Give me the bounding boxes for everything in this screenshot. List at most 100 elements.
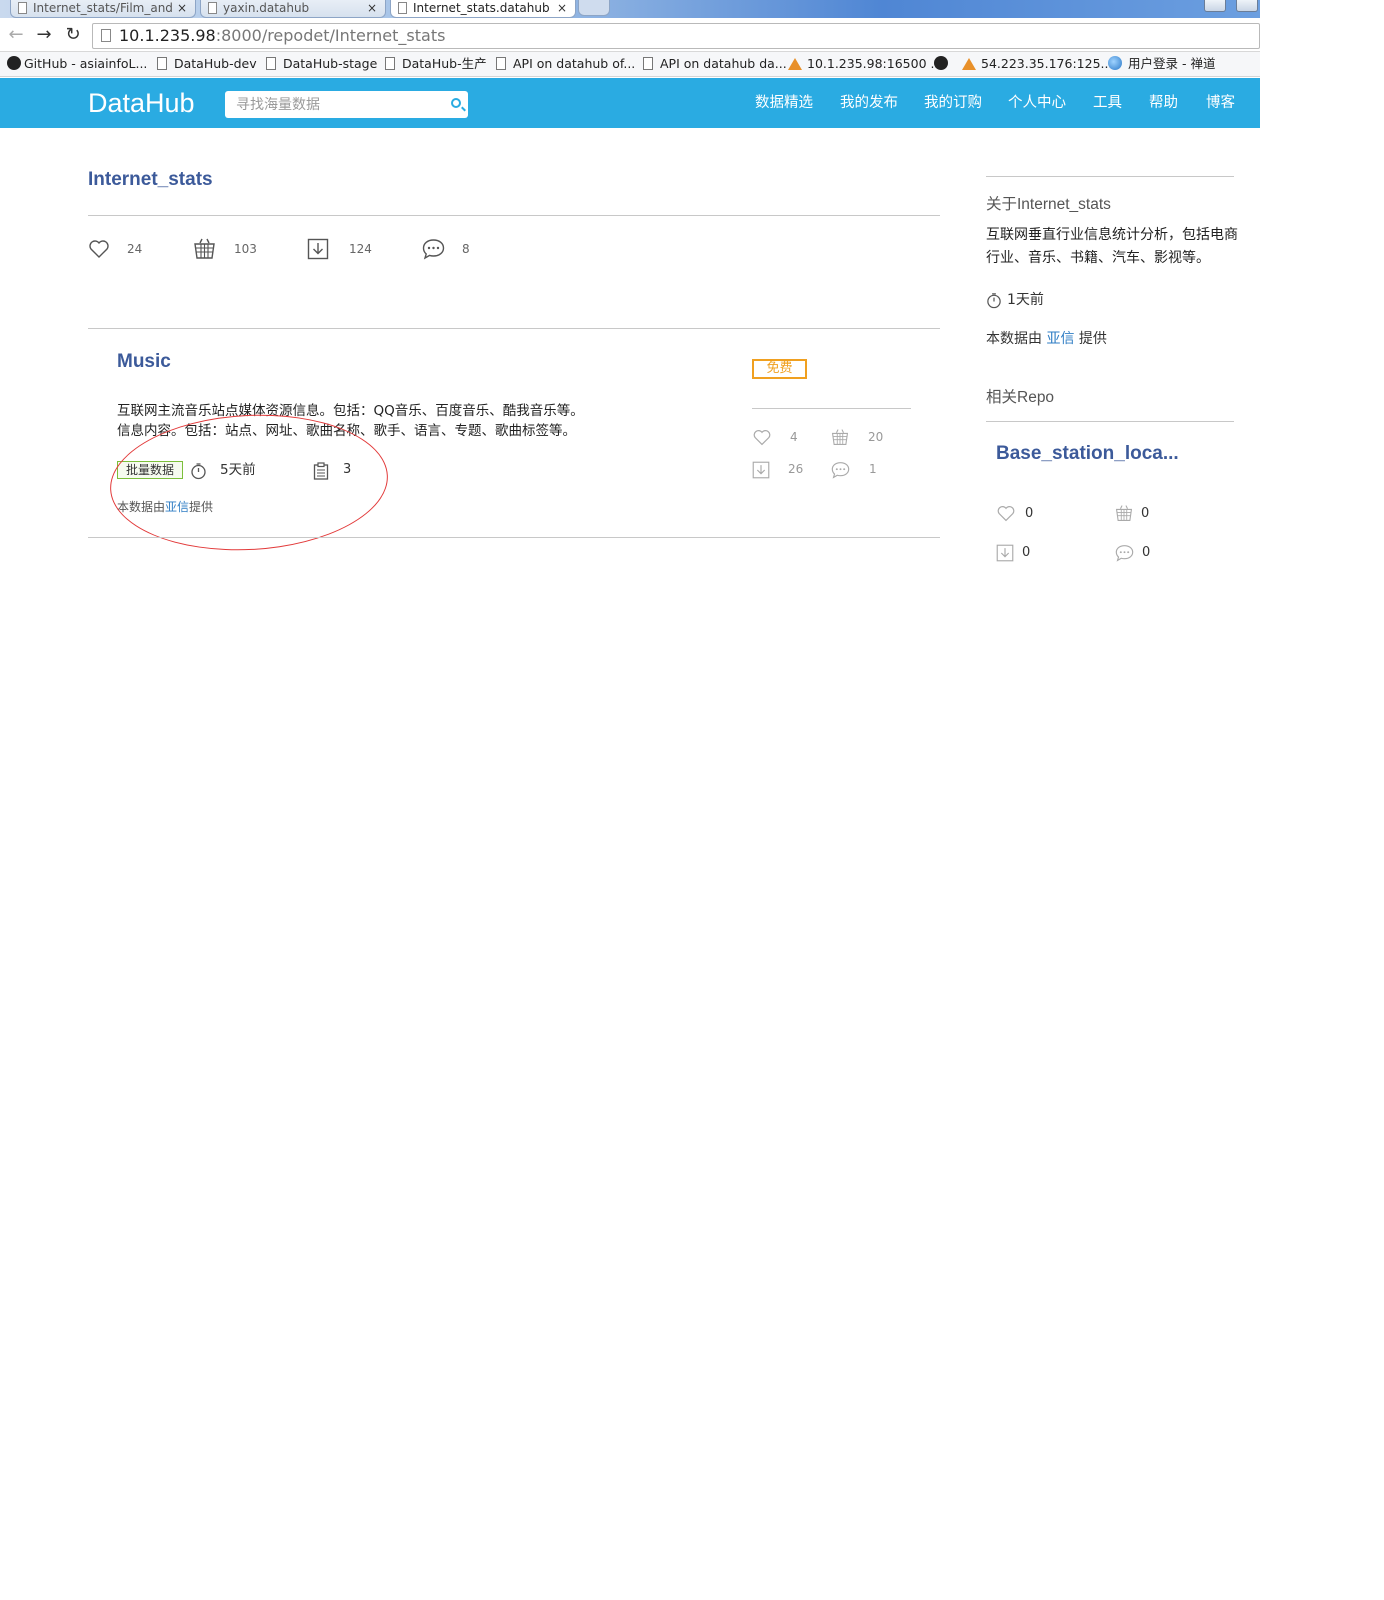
tab-close-icon[interactable]: × [177, 0, 187, 16]
bookmark-label: 10.1.235.98:16500 ... [807, 56, 943, 71]
page-icon [385, 57, 395, 70]
item-comments-count: 1 [869, 462, 877, 476]
user-profile-button[interactable] [1204, 0, 1226, 12]
heart-icon[interactable] [88, 238, 110, 260]
page-icon [208, 2, 217, 14]
heart-icon[interactable] [996, 504, 1016, 523]
comment-icon[interactable] [831, 461, 850, 479]
tab-strip: Internet_stats/Film_and × yaxin.datahub … [0, 0, 1260, 18]
page-icon [157, 57, 167, 70]
page-icon [266, 57, 276, 70]
item-description-line: 信息内容。包括：站点、网址、歌曲名称、歌手、语言、专题、歌曲标签等。 [117, 423, 576, 439]
browser-tab-yaxin[interactable]: yaxin.datahub × [200, 0, 386, 18]
bookmark-label: API on datahub da... [660, 56, 787, 71]
nav-my-publish[interactable]: 我的发布 [840, 93, 898, 113]
repo-comments-count: 8 [462, 242, 470, 256]
comment-icon[interactable] [422, 238, 445, 260]
page-icon [496, 57, 506, 70]
datahub-logo[interactable]: DataHub [88, 86, 195, 120]
download-icon[interactable] [307, 238, 329, 260]
phpmyadmin-icon [962, 58, 976, 70]
bookmark-datahub-prod[interactable]: DataHub-生产 [385, 56, 487, 72]
repo-subscriptions-count: 103 [234, 242, 257, 256]
item-downloads-count: 26 [788, 462, 804, 476]
bookmarks-bar: GitHub - asiainfoL... DataHub-dev DataHu… [0, 52, 1260, 77]
globe-icon [1108, 56, 1122, 70]
bookmark-label: DataHub-dev [174, 56, 257, 71]
search-input[interactable] [225, 91, 440, 118]
related-likes-count: 0 [1025, 506, 1034, 521]
divider [752, 408, 911, 409]
sidebar-provider: 本数据由 亚信 提供 [986, 330, 1107, 348]
provider-suffix: 提供 [189, 500, 214, 514]
browser-chrome: Internet_stats/Film_and × yaxin.datahub … [0, 0, 1260, 78]
sidebar-updated-time: 1天前 [1007, 292, 1044, 308]
bookmark-datahub-stage[interactable]: DataHub-stage [266, 56, 377, 72]
tab-label: Internet_stats.datahub [413, 1, 550, 15]
item-provider: 本数据由亚信提供 [117, 499, 213, 515]
free-badge: 免费 [752, 359, 807, 379]
basket-icon[interactable] [1115, 504, 1133, 522]
forward-arrow-icon[interactable]: → [34, 24, 54, 46]
tab-label: yaxin.datahub [223, 1, 310, 15]
browser-tab-film[interactable]: Internet_stats/Film_and × [10, 0, 196, 18]
nav-data-selection[interactable]: 数据精选 [755, 93, 813, 113]
tab-label: Internet_stats/Film_and [33, 1, 173, 15]
provider-suffix: 提供 [1078, 331, 1107, 347]
heart-icon[interactable] [752, 428, 772, 447]
provider-link[interactable]: 亚信 [1046, 331, 1074, 347]
minimize-button[interactable] [1236, 0, 1258, 12]
url-path: :8000/repodet/Internet_stats [215, 26, 446, 45]
site-header: DataHub 数据精选 我的发布 我的订购 个人中心 工具 帮助 博客 [0, 78, 1260, 128]
nav-my-orders[interactable]: 我的订购 [924, 93, 982, 113]
nav-personal-center[interactable]: 个人中心 [1008, 93, 1066, 113]
bookmark-phpmyadmin-2[interactable]: 54.223.35.176:125... [962, 56, 1112, 72]
new-tab-button[interactable] [578, 0, 610, 16]
item-subscriptions-count: 20 [868, 430, 884, 444]
divider [986, 176, 1234, 177]
back-arrow-icon[interactable]: ← [6, 24, 26, 46]
bookmark-phpmyadmin-1[interactable]: 10.1.235.98:16500 ... [788, 56, 942, 72]
nav-tools[interactable]: 工具 [1093, 93, 1122, 113]
bookmark-label: 54.223.35.176:125... [981, 56, 1113, 71]
tab-close-icon[interactable]: × [557, 0, 567, 16]
repo-downloads-count: 124 [349, 242, 372, 256]
repo-title: Internet_stats [88, 169, 213, 190]
comment-icon[interactable] [1115, 544, 1134, 562]
about-text: 互联网垂直行业信息统计分析，包括电商行业、音乐、书籍、汽车、影视等。 [986, 227, 1238, 266]
bookmark-github-asiainfo[interactable]: GitHub - asiainfoL... [7, 56, 147, 72]
basket-icon[interactable] [831, 428, 849, 446]
item-title[interactable]: Music [117, 351, 171, 373]
nav-help[interactable]: 帮助 [1149, 93, 1178, 113]
download-icon[interactable] [752, 461, 770, 479]
basket-icon[interactable] [193, 237, 216, 260]
page-icon [643, 57, 653, 70]
divider [88, 328, 940, 329]
related-subscriptions-count: 0 [1141, 506, 1150, 521]
clipboard-icon [313, 462, 329, 480]
bookmark-zentao-login[interactable]: 用户登录 - 禅道 [1108, 56, 1215, 72]
divider [986, 421, 1234, 422]
related-repo-heading: 相关Repo [986, 389, 1055, 406]
bookmark-label: 用户登录 - 禅道 [1128, 56, 1216, 71]
bookmark-api-datahub-1[interactable]: API on datahub of... [496, 56, 635, 72]
browser-tab-internet-stats[interactable]: Internet_stats.datahub × [390, 0, 576, 18]
address-bar[interactable]: 10.1.235.98:8000/repodet/Internet_stats [92, 23, 1260, 49]
item-description: 互联网主流音乐站点媒体资源信息。包括：QQ音乐、百度音乐、酷我音乐等。 信息内容… [117, 401, 717, 441]
browser-toolbar: ← → ↻ 10.1.235.98:8000/repodet/Internet_… [0, 18, 1260, 52]
download-icon[interactable] [996, 544, 1014, 562]
provider-link[interactable]: 亚信 [165, 500, 189, 514]
bookmark-label: API on datahub of... [513, 56, 636, 71]
reload-icon[interactable]: ↻ [63, 24, 83, 46]
tab-close-icon[interactable]: × [367, 0, 377, 16]
divider [88, 215, 940, 216]
bookmark-api-datahub-2[interactable]: API on datahub da... [643, 56, 787, 72]
repo-likes-count: 24 [127, 242, 143, 256]
search-icon[interactable] [451, 98, 461, 108]
nav-blog[interactable]: 博客 [1206, 93, 1235, 113]
related-repo-title[interactable]: Base_station_loca... [996, 443, 1179, 465]
bookmark-datahub-dev[interactable]: DataHub-dev [157, 56, 257, 72]
search-box [225, 91, 468, 118]
bookmark-label: DataHub-stage [283, 56, 378, 71]
page-icon [101, 29, 111, 42]
